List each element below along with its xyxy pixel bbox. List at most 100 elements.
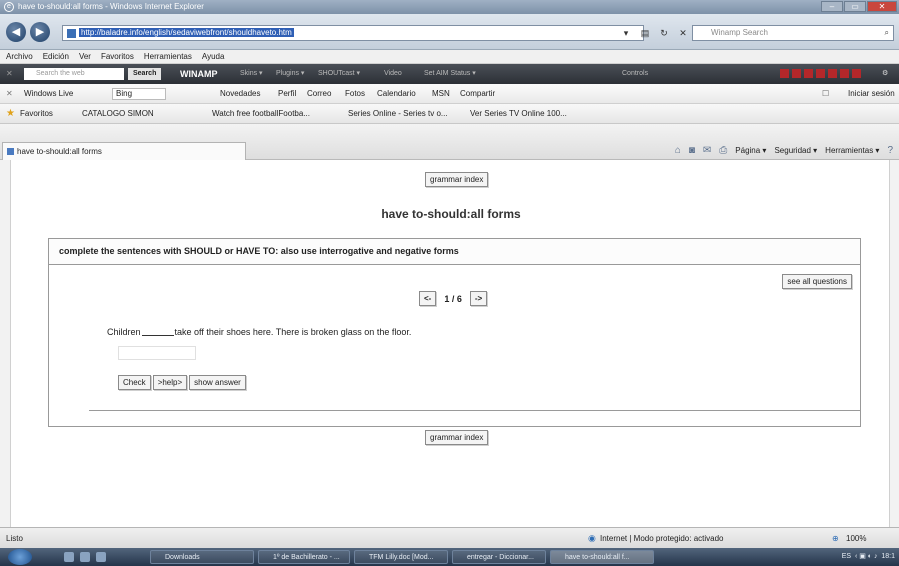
live-link-calendario[interactable]: Calendario (377, 84, 416, 104)
menu-herramientas-cmd[interactable]: Herramientas ▾ (825, 144, 879, 158)
refresh-icon[interactable]: ↻ (656, 25, 672, 41)
minimize-button[interactable]: – (821, 1, 843, 12)
player-button-icon[interactable] (840, 69, 849, 78)
task-have-to-should[interactable]: have to-should:all f... (550, 550, 654, 564)
menu-ayuda[interactable]: Ayuda (202, 50, 225, 63)
menu-edicion[interactable]: Edición (43, 50, 69, 63)
print-icon[interactable]: ⎙ (719, 144, 727, 158)
favorite-catalogo-simon[interactable]: CATALOGO SIMON (82, 104, 154, 124)
menu-pagina[interactable]: Página ▾ (735, 144, 766, 158)
player-button-icon[interactable] (804, 69, 813, 78)
quicklaunch-media-icon[interactable] (96, 552, 106, 562)
clock[interactable]: 18:1 (881, 553, 895, 560)
live-link-perfil[interactable]: Perfil (278, 84, 296, 104)
dropdown-icon[interactable]: ▾ (618, 25, 634, 41)
signin-icon[interactable]: ☐ (822, 84, 829, 104)
live-link-compartir[interactable]: Compartir (460, 84, 495, 104)
question-pager: <- 1 / 6 -> (419, 291, 488, 306)
windows-live-logo: Windows Live (24, 89, 74, 98)
page-title: have to-should:all forms (381, 207, 521, 221)
toolbar-close-icon[interactable]: ✕ (6, 64, 13, 84)
zoom-icon[interactable]: ⊕ (832, 528, 839, 549)
ie-icon: e (4, 2, 14, 12)
answer-actions: Check >help> show answer (118, 375, 246, 390)
compat-view-icon[interactable]: ▤ (637, 25, 653, 41)
stop-icon[interactable]: ✕ (675, 25, 691, 41)
question-blank (141, 335, 174, 336)
winamp-skins[interactable]: Skins ▾ (240, 64, 263, 84)
exercise-panel: complete the sentences with SHOULD or HA… (48, 238, 861, 427)
back-button[interactable]: ◀ (6, 22, 26, 42)
browser-search-input[interactable]: Winamp Search ⌕ (692, 25, 894, 41)
grammar-index-button-bottom[interactable]: grammar index (425, 430, 489, 445)
taskbar: Downloads 1º de Bachillerato - ... TFM L… (0, 548, 899, 566)
menu-favoritos[interactable]: Favoritos (101, 50, 134, 63)
winamp-video[interactable]: Video (384, 64, 402, 84)
system-tray: ES ‹ ▣ ◐ ♪ 18:1 (842, 548, 895, 566)
task-diccionario[interactable]: entregar - Diccionar... (452, 550, 546, 564)
question-text: Children take off their shoes here. There… (107, 327, 411, 337)
menu-ver[interactable]: Ver (79, 50, 91, 63)
toolbar-close-icon[interactable]: ✕ (6, 84, 13, 104)
windows-live-toolbar: ✕ Windows Live Bing Novedades Perfil Cor… (0, 84, 899, 104)
task-tfm-doc[interactable]: TFM Lilly.doc [Mod... (354, 550, 448, 564)
winamp-aim-status[interactable]: Set AIM Status ▾ (424, 64, 476, 84)
live-link-novedades[interactable]: Novedades (220, 84, 260, 104)
language-indicator[interactable]: ES (842, 553, 851, 560)
address-bar[interactable]: http://baladre.info/english/sedaviwebfro… (62, 25, 644, 41)
live-link-fotos[interactable]: Fotos (345, 84, 365, 104)
security-zone[interactable]: Internet | Modo protegido: activado (600, 528, 724, 549)
tray-icons[interactable]: ‹ ▣ ◐ ♪ (853, 553, 879, 560)
player-button-icon[interactable] (852, 69, 861, 78)
see-all-questions-button[interactable]: see all questions (782, 274, 852, 289)
live-signin[interactable]: Iniciar sesión (848, 84, 895, 104)
menu-archivo[interactable]: Archivo (6, 50, 33, 63)
winamp-search-input[interactable]: Search the web (24, 68, 124, 80)
help-icon[interactable]: ? (887, 144, 893, 158)
favorite-series-online[interactable]: Series Online - Series tv o... (348, 104, 448, 124)
question-counter: 1 / 6 (444, 293, 462, 304)
tab-active[interactable]: have to-should:all forms (2, 142, 246, 160)
task-downloads[interactable]: Downloads (150, 550, 254, 564)
answer-input[interactable] (118, 346, 196, 360)
favorites-button[interactable]: Favoritos (20, 104, 53, 124)
live-link-msn[interactable]: MSN (432, 84, 450, 104)
winamp-search-button[interactable]: Search (128, 68, 162, 80)
favorite-watch-football[interactable]: Watch free footballFootba... (212, 104, 310, 124)
close-button[interactable]: ✕ (867, 1, 897, 12)
next-question-button[interactable]: -> (469, 291, 488, 306)
player-button-icon[interactable] (816, 69, 825, 78)
prev-question-button[interactable]: <- (419, 291, 437, 306)
help-button[interactable]: >help> (152, 375, 188, 390)
mail-icon[interactable]: ✉ (703, 144, 711, 158)
winamp-controls[interactable]: Controls (622, 64, 648, 84)
forward-button[interactable]: ▶ (30, 22, 50, 42)
zoom-level[interactable]: 100% (846, 528, 866, 549)
show-answer-button[interactable]: show answer (189, 375, 246, 390)
check-button[interactable]: Check (118, 375, 151, 390)
winamp-plugins[interactable]: Plugins ▾ (276, 64, 304, 84)
menu-herramientas[interactable]: Herramientas (144, 50, 192, 63)
quicklaunch-explorer-icon[interactable] (80, 552, 90, 562)
player-button-icon[interactable] (792, 69, 801, 78)
player-button-icon[interactable] (780, 69, 789, 78)
grammar-index-button-top[interactable]: grammar index (425, 172, 489, 187)
menu-seguridad[interactable]: Seguridad ▾ (774, 144, 817, 158)
live-link-correo[interactable]: Correo (307, 84, 331, 104)
home-icon[interactable]: ⌂ (675, 144, 681, 158)
favorites-bar: ★ Favoritos CATALOGO SIMON Watch free fo… (0, 104, 899, 124)
start-button[interactable] (8, 549, 32, 565)
favorites-star-icon[interactable]: ★ (6, 104, 15, 124)
winamp-shoutcast[interactable]: SHOUTcast ▾ (318, 64, 360, 84)
task-bachillerato[interactable]: 1º de Bachillerato - ... (258, 550, 350, 564)
question-end: take off their shoes here. There is brok… (174, 327, 412, 337)
quicklaunch-ie-icon[interactable] (64, 552, 74, 562)
divider (89, 410, 861, 411)
feeds-icon[interactable]: ◙ (689, 144, 695, 158)
settings-icon[interactable]: ⚙ (882, 64, 888, 84)
maximize-button[interactable]: ▭ (844, 1, 866, 12)
favorite-ver-series[interactable]: Ver Series TV Online 100... (470, 104, 567, 124)
live-search-input[interactable]: Bing (112, 88, 166, 100)
search-icon[interactable]: ⌕ (885, 26, 889, 40)
player-button-icon[interactable] (828, 69, 837, 78)
